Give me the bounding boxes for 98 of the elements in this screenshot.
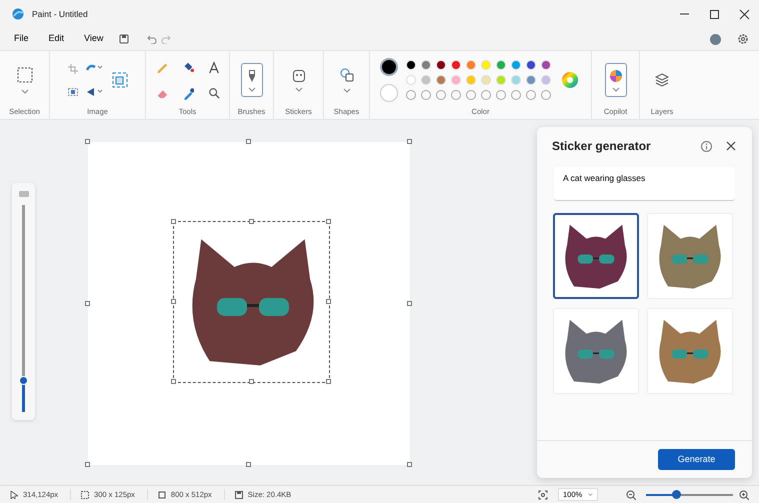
resize-handle[interactable]: [248, 379, 254, 384]
custom-color-slot[interactable]: [511, 90, 521, 100]
fit-to-window-icon[interactable]: [538, 490, 548, 500]
color-swatch[interactable]: [466, 60, 476, 70]
color-swatch[interactable]: [406, 75, 416, 86]
canvas-size-icon: [158, 490, 166, 498]
chevron-down-icon: [612, 86, 620, 92]
color-swatch[interactable]: [511, 75, 521, 86]
remove-background-icon[interactable]: [112, 72, 128, 88]
color-swatch[interactable]: [526, 60, 536, 70]
color-swatch[interactable]: [421, 60, 431, 70]
canvas[interactable]: [88, 142, 410, 465]
resize-handle[interactable]: [326, 299, 331, 304]
resize-handle[interactable]: [326, 379, 331, 384]
menu-item[interactable]: File: [8, 30, 35, 48]
rotate-icon[interactable]: [86, 63, 104, 74]
info-icon[interactable]: [701, 140, 712, 152]
brush-size-slider[interactable]: [12, 183, 35, 420]
active-color-swatch[interactable]: [380, 58, 398, 76]
resize-handle[interactable]: [407, 462, 412, 467]
window-title: Paint - Untitled: [32, 8, 88, 20]
color-swatch[interactable]: [436, 75, 446, 86]
stickers-icon: [292, 68, 306, 83]
chevron-down-icon: [588, 492, 593, 497]
paint-logo-icon: [12, 8, 24, 20]
magnifier-icon[interactable]: [208, 86, 220, 100]
settings-icon[interactable]: [737, 33, 749, 45]
resize-handle[interactable]: [171, 219, 176, 224]
chevron-down-icon: [342, 88, 350, 93]
resize-handle[interactable]: [246, 462, 251, 467]
menu-item[interactable]: Edit: [42, 30, 70, 48]
generate-button[interactable]: Generate: [658, 449, 735, 470]
color-picker-icon[interactable]: [182, 86, 194, 100]
brush-icon: [18, 191, 28, 197]
color-wheel-icon[interactable]: [561, 71, 579, 90]
chevron-down-icon: [248, 86, 256, 92]
color-swatch[interactable]: [481, 60, 491, 70]
custom-color-slot[interactable]: [466, 90, 476, 100]
color-swatch[interactable]: [481, 75, 491, 86]
zoom-out-icon[interactable]: [626, 490, 636, 500]
fill-bucket-icon[interactable]: [182, 60, 194, 74]
custom-color-slot[interactable]: [496, 90, 506, 100]
close-icon[interactable]: [738, 8, 750, 20]
custom-color-slot[interactable]: [436, 90, 446, 100]
custom-color-slot[interactable]: [481, 90, 491, 100]
close-icon[interactable]: [726, 141, 736, 151]
color-swatch[interactable]: [541, 75, 551, 86]
active-color-swatch[interactable]: [380, 84, 398, 102]
copilot-button[interactable]: [604, 63, 626, 98]
color-swatch[interactable]: [421, 75, 431, 86]
resize-handle[interactable]: [171, 379, 176, 384]
slider-thumb[interactable]: [672, 490, 682, 498]
color-swatch[interactable]: [496, 75, 506, 86]
pointer-icon: [10, 490, 18, 498]
resize-handle[interactable]: [85, 462, 90, 467]
custom-color-slot[interactable]: [541, 90, 551, 100]
layers-icon[interactable]: [655, 73, 669, 88]
panel-title: Sticker generator: [552, 138, 651, 155]
color-swatch[interactable]: [451, 60, 461, 70]
save-icon: [234, 490, 243, 498]
chevron-down-icon: [294, 86, 302, 92]
maximize-icon[interactable]: [708, 8, 720, 20]
resize-handle[interactable]: [248, 219, 254, 224]
undo-icon[interactable]: [147, 34, 158, 44]
resize-handle[interactable]: [407, 300, 412, 306]
custom-color-slot[interactable]: [526, 90, 536, 100]
zoom-in-icon[interactable]: [739, 490, 749, 500]
resize-handle[interactable]: [85, 139, 90, 144]
color-swatch[interactable]: [436, 60, 446, 70]
shapes-icon[interactable]: [340, 68, 354, 82]
resize-handle[interactable]: [171, 299, 176, 304]
color-swatch[interactable]: [406, 60, 416, 70]
custom-color-slot[interactable]: [421, 90, 431, 100]
menu-item[interactable]: View: [78, 30, 110, 48]
flip-icon[interactable]: [86, 87, 104, 98]
resize-icon[interactable]: [68, 88, 78, 96]
color-swatch[interactable]: [526, 75, 536, 86]
color-swatch[interactable]: [466, 75, 476, 86]
selection-icon: [81, 490, 90, 498]
selection-icon[interactable]: [16, 66, 32, 83]
resize-handle[interactable]: [246, 139, 251, 144]
avatar[interactable]: [710, 34, 721, 44]
resize-handle[interactable]: [407, 139, 412, 144]
color-swatch[interactable]: [511, 60, 521, 70]
save-icon[interactable]: [119, 34, 130, 44]
copilot-icon: [608, 68, 622, 83]
brushes-button[interactable]: [240, 63, 262, 98]
custom-color-slot[interactable]: [406, 90, 416, 100]
resize-handle[interactable]: [85, 300, 90, 306]
color-swatch[interactable]: [451, 75, 461, 86]
chevron-down-icon: [20, 88, 28, 94]
custom-color-slot[interactable]: [451, 90, 461, 100]
text-icon[interactable]: [208, 60, 220, 74]
slider-thumb[interactable]: [19, 376, 28, 385]
resize-handle[interactable]: [326, 219, 331, 224]
color-swatch[interactable]: [541, 60, 551, 70]
color-swatch[interactable]: [496, 60, 506, 70]
prompt-field[interactable]: A cat wearing glasses: [554, 167, 735, 201]
